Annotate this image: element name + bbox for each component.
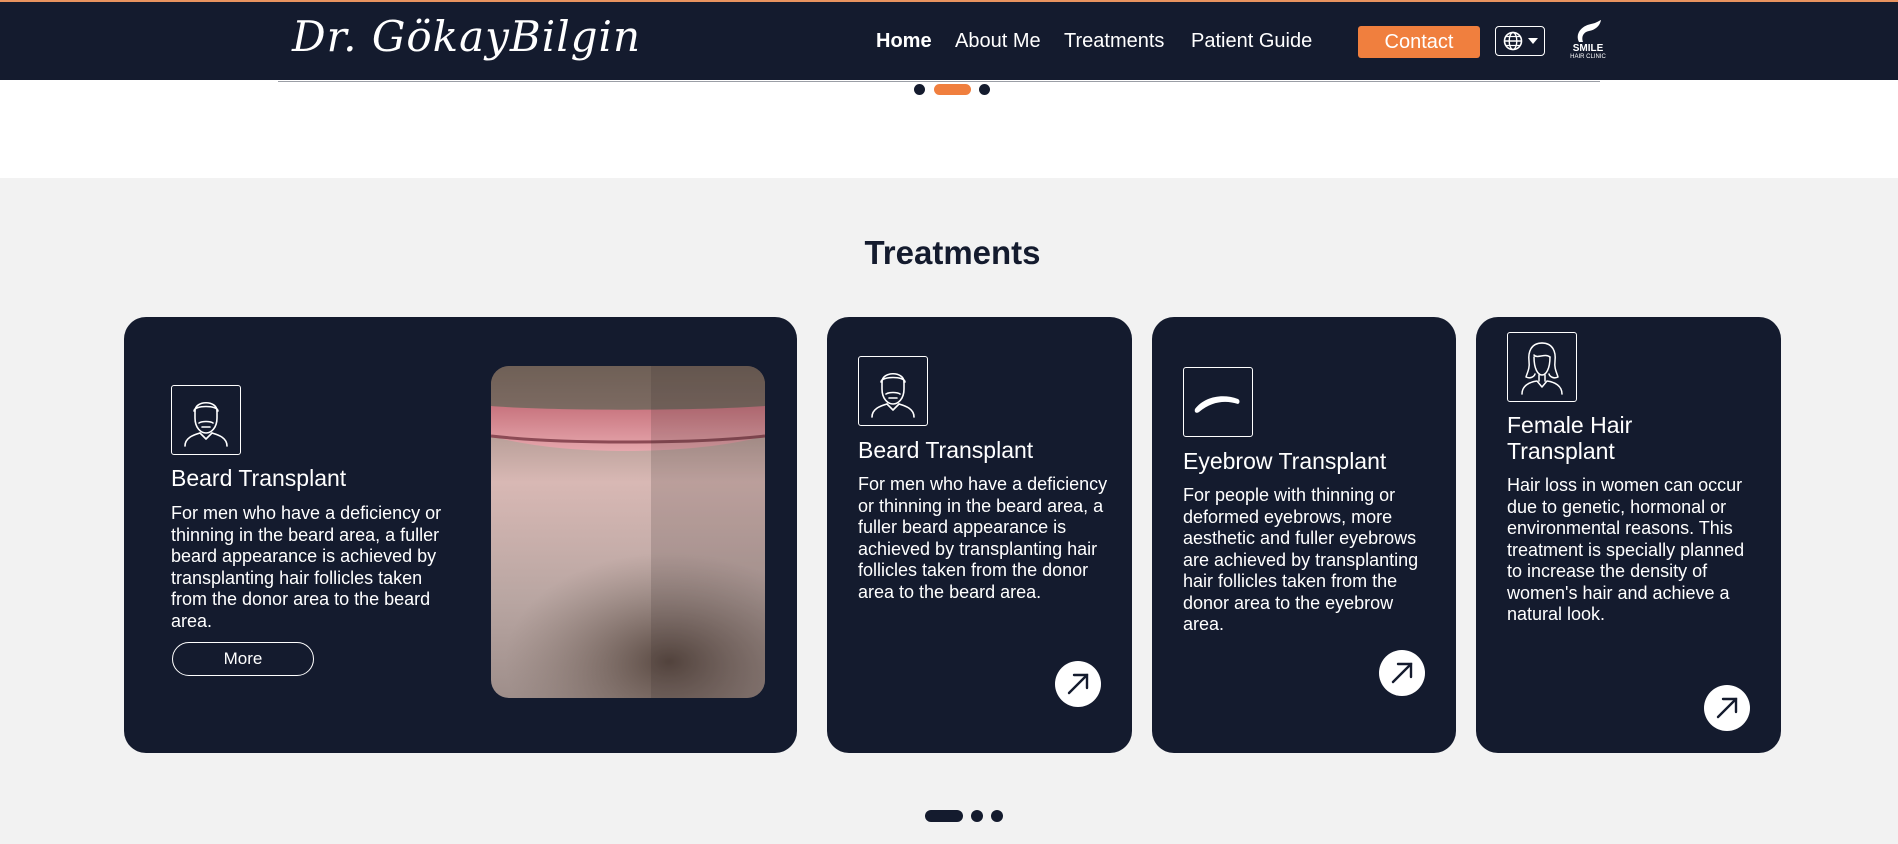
female-icon-box [1507,332,1577,402]
beard-icon [184,401,228,447]
contact-button[interactable]: Contact [1358,26,1480,58]
nav-home[interactable]: Home [876,30,932,53]
clinic-logo[interactable]: SMILE HAIR CLINIC [1564,20,1612,66]
nav-patient-guide[interactable]: Patient Guide [1191,30,1312,53]
header-divider [278,81,1600,82]
treatment-card-beard[interactable]: Beard Transplant For men who have a defi… [827,317,1132,753]
eyebrow-icon-box [1183,367,1253,437]
clinic-swirl-icon [1577,20,1601,42]
top-navbar: Dr. GökayBilgin Home About Me Treatments… [0,0,1898,80]
beard-icon-box [171,385,241,455]
arrow-up-right-icon [1067,673,1089,695]
treatments-heading: Treatments [864,234,1041,271]
treatment-card-eyebrow[interactable]: Eyebrow Transplant For people with thinn… [1152,317,1456,753]
card-title: Eyebrow Transplant [1183,448,1387,474]
card-arrow-button[interactable] [1055,661,1101,707]
featured-card-description: For men who have a deficiency or thinnin… [171,503,442,631]
treatments-carousel-dot-3[interactable] [991,810,1003,822]
card-description: For people with thinning or deformed eye… [1183,485,1419,634]
card-arrow-button[interactable] [1379,650,1425,696]
female-icon [1521,342,1563,395]
language-selector[interactable] [1495,26,1545,56]
clinic-logo-name: SMILE [1572,43,1604,54]
beard-icon [871,372,915,418]
nav-treatments[interactable]: Treatments [1064,30,1164,53]
clinic-logo-subtitle: HAIR CLINIC [1570,54,1606,60]
hero-carousel-dot-3[interactable] [979,84,990,95]
beard-icon-box [858,356,928,426]
treatments-carousel-dot-2[interactable] [971,810,983,822]
card-title: Female Hair Transplant [1507,412,1633,464]
caret-down-icon [1527,38,1538,44]
beard-treatment-photo [491,366,765,698]
featured-card-title: Beard Transplant [171,465,347,491]
arrow-up-right-icon [1716,697,1738,719]
eyebrow-icon [1194,396,1240,413]
more-button[interactable]: More [172,642,314,676]
treatment-card-female-hair[interactable]: Female Hair Transplant Hair loss in wome… [1476,317,1781,753]
card-arrow-button[interactable] [1704,685,1750,731]
arrow-up-right-icon [1391,662,1413,684]
hero-carousel-dot-active[interactable] [934,84,971,95]
hero-carousel-dot-1[interactable] [914,84,925,95]
featured-treatment-card[interactable]: Beard Transplant For men who have a defi… [124,317,797,753]
card-title: Beard Transplant [858,437,1034,463]
nav-about-me[interactable]: About Me [955,30,1041,53]
treatments-carousel-dot-active[interactable] [925,810,963,822]
card-description: Hair loss in women can occur due to gene… [1507,475,1745,624]
card-description: For men who have a deficiency or thinnin… [858,474,1108,602]
site-logo[interactable]: Dr. GökayBilgin [292,12,641,61]
globe-icon [1503,31,1522,51]
